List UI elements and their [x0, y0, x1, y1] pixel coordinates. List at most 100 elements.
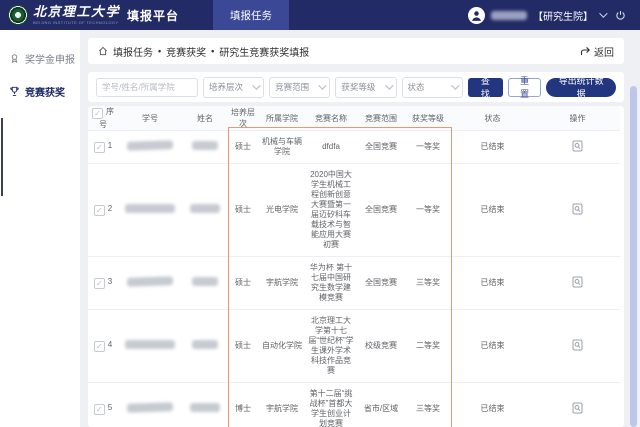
cell-student-id — [118, 131, 182, 164]
chevron-down-icon — [252, 81, 260, 89]
university-name-block: 北京理工大学 BEIJING INSTITUTE OF TECHNOLOGY — [33, 6, 120, 25]
top-navbar: 北京理工大学 BEIJING INSTITUTE OF TECHNOLOGY 填… — [0, 0, 640, 30]
file-search-icon[interactable] — [572, 339, 583, 354]
column-operation: 操作 — [535, 106, 620, 131]
sidebar-item-label: 奖学金申报 — [25, 51, 75, 66]
search-button[interactable]: 查找 — [468, 78, 503, 97]
university-name-en: BEIJING INSTITUTE OF TECHNOLOGY — [33, 21, 120, 25]
select-level[interactable]: 培养层次 — [203, 77, 264, 98]
check-icon: ✓ — [96, 206, 103, 215]
column-award: 获奖等级 — [406, 106, 450, 131]
column-competition: 竞赛名称 — [306, 106, 356, 131]
table-row: ✓3 硕士 宇航学院 华为杯 第十七届中国研究生数学建模竞赛 全国竞赛 三等奖 … — [88, 257, 620, 310]
cell-student-id — [118, 383, 182, 427]
cell-operation — [535, 131, 620, 164]
check-icon: ✓ — [94, 109, 101, 118]
row-checkbox[interactable]: ✓ — [94, 278, 105, 289]
table-row: ✓5 博士 宇航学院 第十二届“挑战杯”首都大学生创业计划竞赛 省市/区域 三等… — [88, 383, 620, 427]
cell-competition: 华为杯 第十七届中国研究生数学建模竞赛 — [306, 257, 356, 310]
select-all-checkbox[interactable]: ✓ — [92, 108, 103, 119]
cell-college: 宇航学院 — [258, 257, 306, 310]
cell-award: 一等奖 — [406, 164, 450, 257]
back-arrow-icon — [580, 46, 591, 56]
cell-award: 三等奖 — [406, 257, 450, 310]
back-button[interactable]: 返回 — [580, 44, 614, 59]
redacted-student-id — [127, 276, 173, 287]
search-input[interactable] — [96, 78, 198, 97]
cell-status: 已结束 — [450, 310, 535, 383]
redacted-name — [192, 340, 218, 349]
platform-title: 填报平台 — [127, 7, 179, 24]
tab-fill-tasks[interactable]: 填报任务 — [213, 0, 289, 30]
cell-index: ✓5 — [88, 383, 118, 427]
cell-student-id — [118, 257, 182, 310]
cell-college: 机械与车辆学院 — [258, 131, 306, 164]
cell-name — [182, 383, 228, 427]
breadcrumb-item-current: 研究生竞赛获奖填报 — [219, 44, 309, 59]
row-checkbox[interactable]: ✓ — [94, 142, 105, 153]
select-scope-label: 竞赛范围 — [275, 81, 309, 93]
row-checkbox[interactable]: ✓ — [94, 205, 105, 216]
chevron-down-icon[interactable] — [599, 9, 607, 17]
chevron-down-icon — [319, 81, 327, 89]
sidebar-item-competition-awards[interactable]: 竞赛获奖 — [0, 75, 80, 108]
cell-level: 硕士 — [228, 164, 258, 257]
select-status[interactable]: 状态 — [402, 77, 463, 98]
cell-college: 宇航学院 — [258, 383, 306, 427]
breadcrumb-item-awards[interactable]: 竞赛获奖 — [166, 44, 206, 59]
cell-name — [182, 310, 228, 383]
home-icon[interactable] — [98, 46, 108, 56]
chevron-down-icon — [451, 81, 459, 89]
redacted-student-id — [127, 402, 173, 413]
user-avatar-icon[interactable] — [468, 7, 485, 24]
column-student-id: 学号 — [118, 106, 182, 131]
select-award-grade[interactable]: 获奖等级 — [335, 77, 396, 98]
app-window: 北京理工大学 BEIJING INSTITUTE OF TECHNOLOGY 填… — [0, 0, 640, 427]
main-content: 填报任务 • 竞赛获奖 • 研究生竞赛获奖填报 返回 培养层次 竞赛范围 — [80, 30, 640, 427]
select-scope[interactable]: 竞赛范围 — [269, 77, 330, 98]
check-icon: ✓ — [96, 342, 103, 351]
cell-student-id — [118, 310, 182, 383]
redacted-name — [190, 204, 220, 213]
check-icon: ✓ — [96, 143, 103, 152]
file-search-icon[interactable] — [572, 140, 583, 155]
cell-name — [182, 164, 228, 257]
trophy-icon — [9, 86, 20, 97]
cell-index: ✓2 — [88, 164, 118, 257]
sidebar-scroll-handle[interactable] — [1, 118, 3, 196]
cell-index: ✓4 — [88, 310, 118, 383]
cell-operation — [535, 310, 620, 383]
redacted-name — [190, 403, 220, 412]
filter-bar: 培养层次 竞赛范围 获奖等级 状态 查找 重置 导出统计数据 — [88, 72, 624, 102]
vertical-scrollbar[interactable] — [630, 86, 637, 427]
cell-student-id — [118, 164, 182, 257]
table-row: ✓2 硕士 光电学院 2020中国大学生机械工程创新创意大赛暨第一届迈矽科车载技… — [88, 164, 620, 257]
cell-competition: 2020中国大学生机械工程创新创意大赛暨第一届迈矽科车载技术与智能应用大赛初赛 — [306, 164, 356, 257]
cell-status: 已结束 — [450, 164, 535, 257]
app-logo: 北京理工大学 BEIJING INSTITUTE OF TECHNOLOGY 填… — [0, 0, 187, 30]
breadcrumb: 填报任务 • 竞赛获奖 • 研究生竞赛获奖填报 返回 — [88, 38, 624, 64]
file-search-icon[interactable] — [572, 402, 583, 417]
cell-level: 硕士 — [228, 257, 258, 310]
cell-index: ✓1 — [88, 131, 118, 164]
cell-level: 博士 — [228, 383, 258, 427]
cell-scope: 省市/区域 — [356, 383, 406, 427]
power-icon[interactable] — [615, 10, 626, 21]
sidebar: 奖学金申报 竞赛获奖 — [0, 30, 80, 427]
row-checkbox[interactable]: ✓ — [94, 404, 105, 415]
redacted-user-name — [491, 11, 527, 20]
cell-competition: 第十二届“挑战杯”首都大学生创业计划竞赛 — [306, 383, 356, 427]
reset-button[interactable]: 重置 — [508, 78, 541, 97]
university-name-cn: 北京理工大学 — [33, 6, 120, 19]
back-button-label: 返回 — [594, 44, 614, 59]
export-stats-button[interactable]: 导出统计数据 — [546, 78, 616, 97]
cell-competition: 北京理工大学第十七届“世纪杯”学生课外学术科技作品竞赛 — [306, 310, 356, 383]
file-search-icon[interactable] — [572, 276, 583, 291]
sidebar-item-scholarship[interactable]: 奖学金申报 — [0, 42, 80, 75]
file-search-icon[interactable] — [572, 203, 583, 218]
row-checkbox[interactable]: ✓ — [94, 341, 105, 352]
column-college: 所属学院 — [258, 106, 306, 131]
breadcrumb-item-tasks[interactable]: 填报任务 — [113, 44, 153, 59]
select-award-grade-label: 获奖等级 — [341, 81, 375, 93]
cell-scope: 全国竞赛 — [356, 131, 406, 164]
